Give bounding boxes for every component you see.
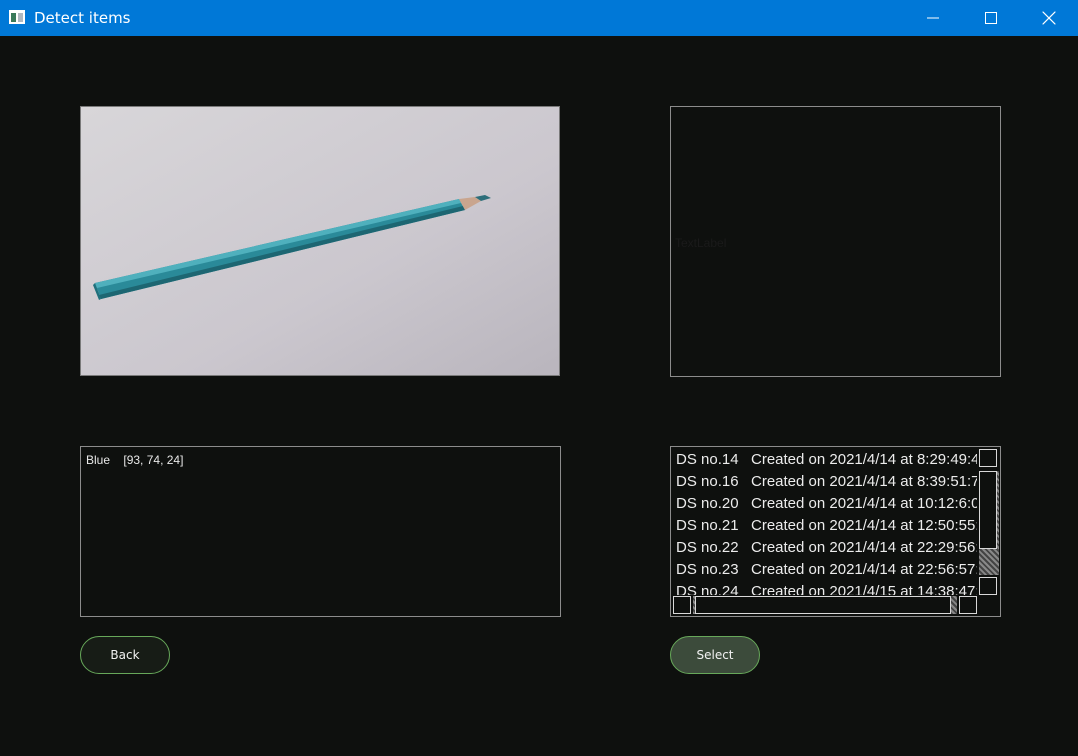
vertical-scroll-track[interactable] <box>979 471 999 575</box>
list-item[interactable]: DS no.20 Created on 2021/4/14 at 10:12:6:… <box>671 493 977 515</box>
dataset-created: Created on 2021/4/14 at 12:50:55:6 <box>751 517 977 534</box>
dataset-id: DS no.22 <box>676 539 739 556</box>
horizontal-scrollbar[interactable] <box>673 596 979 614</box>
minimize-icon <box>927 17 939 19</box>
list-item[interactable]: DS no.24 Created on 2021/4/15 at 14:38:47… <box>671 581 977 595</box>
dataset-id: DS no.23 <box>676 561 739 578</box>
dataset-id: DS no.16 <box>676 473 739 490</box>
list-item[interactable]: DS no.16 Created on 2021/4/14 at 8:39:51:… <box>671 471 977 493</box>
select-button[interactable]: Select <box>670 636 760 674</box>
dataset-id: DS no.20 <box>676 495 739 512</box>
dataset-id: DS no.24 <box>676 583 739 595</box>
detected-color-values: [93, 74, 24] <box>123 453 184 467</box>
app-window-icon <box>9 9 25 24</box>
list-item[interactable]: DS no.22 Created on 2021/4/14 at 22:29:56… <box>671 537 977 559</box>
minimize-button[interactable] <box>904 0 962 36</box>
dataset-created: Created on 2021/4/14 at 10:12:6:0 <box>751 495 977 512</box>
dataset-created: Created on 2021/4/15 at 14:38:47:5 <box>751 583 977 595</box>
dataset-rows: DS no.14 Created on 2021/4/14 at 8:29:49:… <box>671 449 977 595</box>
dataset-created: Created on 2021/4/14 at 22:29:56:6 <box>751 539 977 556</box>
camera-image-view <box>80 106 560 376</box>
horizontal-scroll-track[interactable] <box>693 596 957 614</box>
maximize-icon <box>985 12 997 24</box>
list-item[interactable]: DS no.14 Created on 2021/4/14 at 8:29:49:… <box>671 449 977 471</box>
color-output-box[interactable]: Blue [93, 74, 24] <box>80 446 561 617</box>
dataset-created: Created on 2021/4/14 at 22:56:57:2 <box>751 561 977 578</box>
close-icon <box>1042 11 1056 25</box>
dataset-created: Created on 2021/4/14 at 8:39:51:7 <box>751 473 977 490</box>
horizontal-scroll-thumb[interactable] <box>695 596 951 614</box>
dataset-id: DS no.14 <box>676 451 739 468</box>
text-label: TextLabel <box>675 236 727 250</box>
dataset-list[interactable]: DS no.14 Created on 2021/4/14 at 8:29:49:… <box>670 446 1001 617</box>
scroll-left-button[interactable] <box>673 596 691 614</box>
scroll-down-button[interactable] <box>979 577 997 595</box>
scroll-up-button[interactable] <box>979 449 997 467</box>
dataset-id: DS no.21 <box>676 517 739 534</box>
maximize-button[interactable] <box>962 0 1020 36</box>
back-button[interactable]: Back <box>80 636 170 674</box>
close-button[interactable] <box>1020 0 1078 36</box>
detected-color-line: Blue [93, 74, 24] <box>86 453 183 467</box>
vertical-scroll-thumb[interactable] <box>979 471 997 549</box>
detected-color-name: Blue <box>86 453 111 467</box>
title-bar: Detect items <box>0 0 1078 36</box>
window-title: Detect items <box>34 9 131 27</box>
pencil-photo <box>81 107 559 375</box>
scroll-right-button[interactable] <box>959 596 977 614</box>
list-item[interactable]: DS no.21 Created on 2021/4/14 at 12:50:55… <box>671 515 977 537</box>
dataset-created: Created on 2021/4/14 at 8:29:49:4 <box>751 451 977 468</box>
text-label-panel: TextLabel <box>670 106 1001 377</box>
list-item[interactable]: DS no.23 Created on 2021/4/14 at 22:56:57… <box>671 559 977 581</box>
vertical-scrollbar[interactable] <box>979 449 999 595</box>
